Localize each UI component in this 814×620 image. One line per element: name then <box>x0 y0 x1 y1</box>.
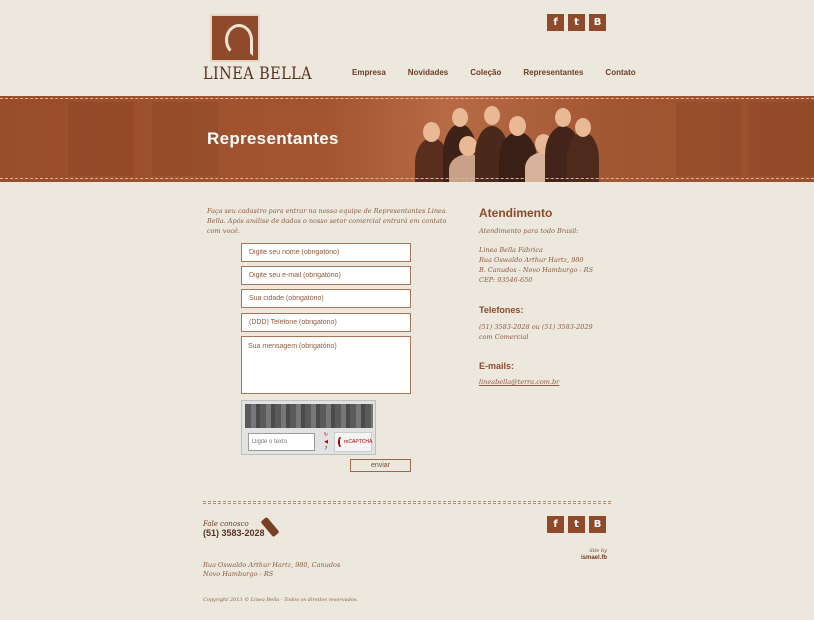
logo-text: LINEA BELLA <box>203 64 312 84</box>
captcha-image <box>245 404 373 428</box>
banner-stripe <box>676 102 742 176</box>
sidebar-address-line: Rua Oswaldo Arthur Hartz, 980 <box>479 256 584 264</box>
phones-line: com Comercial <box>479 333 529 341</box>
copyright-text: Copyright 2013 © Linea Bella - Todos os … <box>203 597 358 603</box>
form-intro-text: Faça seu cadastro para entrar na nossa e… <box>207 207 447 235</box>
nav-item-representantes[interactable]: Representantes <box>523 68 583 77</box>
captcha-controls: ↻ ◀ ? <box>323 432 329 453</box>
nav-item-contato[interactable]: Contato <box>605 68 635 77</box>
contact-label: Fale conosco <box>203 520 249 528</box>
phones-heading: Telefones: <box>479 305 524 315</box>
site-logo[interactable]: LINEA BELLA <box>203 14 312 84</box>
twitter-icon[interactable]: t <box>568 516 585 533</box>
main-nav: Empresa Novidades Coleção Representantes… <box>352 68 658 77</box>
submit-button[interactable]: enviar <box>350 459 411 472</box>
sidebar-address-line: B. Canudos - Novo Hamburgo - RS <box>479 266 594 274</box>
social-links-bottom: f t B <box>547 516 606 533</box>
captcha-audio-icon[interactable]: ◀ <box>323 439 329 446</box>
logo-swan-icon <box>210 14 260 62</box>
footer-divider <box>203 503 611 504</box>
message-textarea[interactable] <box>241 336 411 394</box>
footer-address-line: Rua Oswaldo Arthur Hartz, 980, Canudos <box>203 561 341 569</box>
page-banner: Representantes <box>0 96 814 182</box>
captcha-help-icon[interactable]: ? <box>323 446 329 453</box>
email-line: lineabella@terra.com.br <box>479 377 559 387</box>
nav-item-colecao[interactable]: Coleção <box>470 68 501 77</box>
banner-stripe <box>68 102 134 176</box>
contact-phone: (51) 3583-2028 <box>203 528 265 538</box>
nav-item-novidades[interactable]: Novidades <box>408 68 448 77</box>
phone-input[interactable] <box>241 313 411 332</box>
captcha-widget: ↻ ◀ ? reCAPTCHA <box>241 400 376 455</box>
sidebar-subheading: Atendimento para todo Brasil: <box>479 227 579 235</box>
footer-divider <box>203 501 611 502</box>
sidebar-address-line: Linea Bella Fábrica <box>479 246 543 254</box>
emails-heading: E-mails: <box>479 361 515 371</box>
banner-stripe <box>748 102 814 176</box>
city-input[interactable] <box>241 289 411 308</box>
social-links-top: f t B <box>547 14 606 31</box>
nav-item-empresa[interactable]: Empresa <box>352 68 386 77</box>
email-link[interactable]: lineabella@terra.com.br <box>479 378 559 386</box>
sidebar-heading: Atendimento <box>479 206 553 220</box>
facebook-icon[interactable]: f <box>547 516 564 533</box>
blogger-icon[interactable]: B <box>589 14 606 31</box>
recaptcha-logo: reCAPTCHA <box>334 432 372 452</box>
footer-address: Rua Oswaldo Arthur Hartz, 980, Canudos N… <box>203 561 340 579</box>
email-input[interactable] <box>241 266 411 285</box>
footer-address-line: Novo Hamburgo - RS <box>203 570 274 578</box>
sidebar-address-line: CEP: 93546-650 <box>479 276 533 284</box>
phones-line: (51) 3583-2028 ou (51) 3583-2029 <box>479 323 593 331</box>
blogger-icon[interactable]: B <box>589 516 606 533</box>
facebook-icon[interactable]: f <box>547 14 564 31</box>
team-photo <box>395 96 600 182</box>
captcha-refresh-icon[interactable]: ↻ <box>323 432 329 439</box>
name-input[interactable] <box>241 243 411 262</box>
site-credit[interactable]: Site by ismael.fb <box>560 548 607 562</box>
twitter-icon[interactable]: t <box>568 14 585 31</box>
page-title: Representantes <box>207 129 339 148</box>
captcha-input[interactable] <box>248 433 315 451</box>
recaptcha-icon <box>338 437 342 447</box>
